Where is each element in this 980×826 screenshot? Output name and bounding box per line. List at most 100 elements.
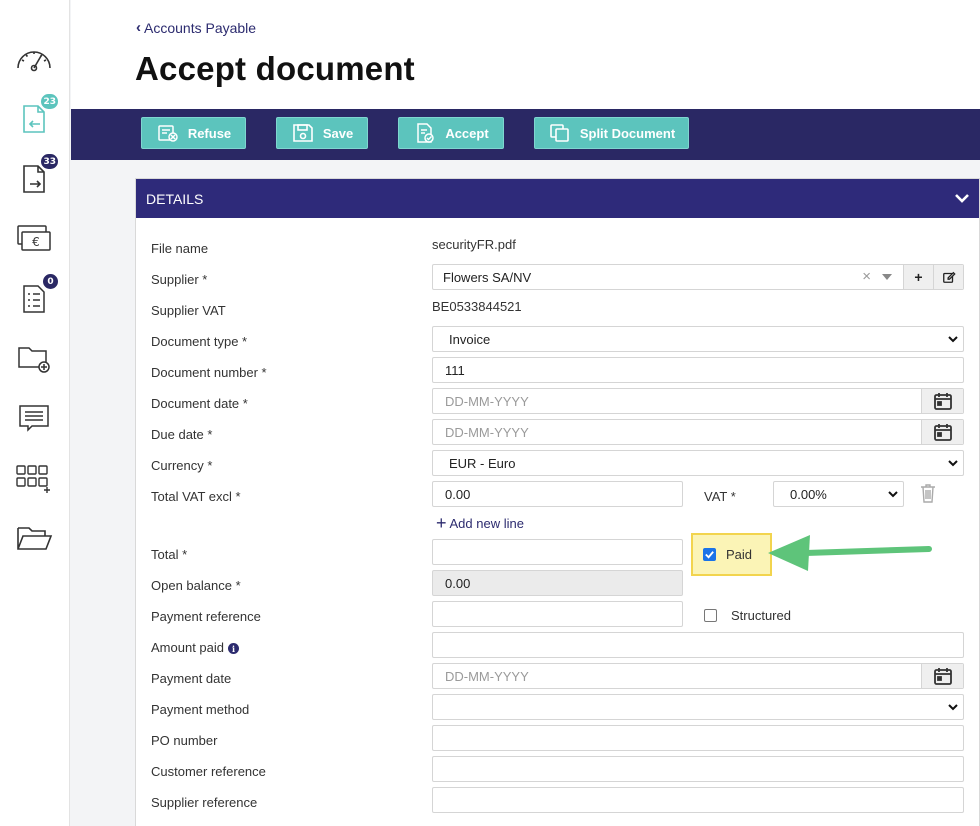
message-icon bbox=[19, 405, 49, 432]
folder-add-icon bbox=[18, 347, 50, 373]
svg-text:€: € bbox=[32, 235, 40, 249]
document-date-placeholder: DD-MM-YYYY bbox=[445, 393, 529, 409]
currency-select[interactable]: EUR - Euro bbox=[432, 450, 964, 476]
document-date-input[interactable]: DD-MM-YYYY bbox=[432, 388, 964, 414]
customer-reference-input[interactable] bbox=[432, 756, 964, 782]
supplier-select[interactable]: Flowers SA/NV × + bbox=[432, 264, 964, 290]
details-heading: DETAILS bbox=[146, 190, 204, 207]
breadcrumb[interactable]: ‹ Accounts Payable bbox=[136, 19, 256, 36]
inbox-badge: 23 bbox=[41, 94, 58, 109]
structured-checkbox[interactable] bbox=[704, 609, 717, 622]
calendar-icon bbox=[933, 393, 952, 410]
gauge-icon bbox=[17, 51, 51, 72]
accept-document-icon bbox=[417, 123, 435, 143]
sidebar-item-messages[interactable] bbox=[12, 398, 56, 438]
chevron-down-icon bbox=[887, 488, 899, 500]
supplier-label: Supplier * bbox=[151, 272, 208, 287]
trash-icon[interactable] bbox=[918, 482, 938, 504]
paid-label: Paid bbox=[726, 547, 753, 562]
add-new-line-label: Add new line bbox=[449, 516, 524, 531]
structured-label: Structured bbox=[731, 608, 791, 623]
paid-checkbox[interactable] bbox=[703, 548, 716, 561]
calendar-button[interactable] bbox=[921, 420, 963, 444]
add-supplier-button[interactable]: + bbox=[903, 265, 933, 289]
calendar-button[interactable] bbox=[921, 664, 963, 688]
total-vat-excl-value: 0.00 bbox=[445, 486, 471, 502]
action-toolbar: Refuse Save Accept Split Document bbox=[71, 109, 980, 160]
sidebar-item-documents[interactable] bbox=[12, 518, 56, 558]
supplier-reference-input[interactable] bbox=[432, 787, 964, 813]
main-content: ‹ Accounts Payable Accept document Refus… bbox=[71, 0, 980, 826]
open-balance-value: 0.00 bbox=[445, 575, 471, 591]
po-number-label: PO number bbox=[151, 733, 218, 748]
sidebar-item-tasks[interactable]: 0 bbox=[12, 274, 58, 318]
calendar-button[interactable] bbox=[921, 389, 963, 413]
customer-reference-label: Customer reference bbox=[151, 764, 266, 779]
payment-date-label: Payment date bbox=[151, 671, 232, 686]
dropdown-triangle-icon[interactable] bbox=[882, 274, 892, 280]
total-input[interactable] bbox=[432, 539, 683, 565]
sidebar-item-modules[interactable] bbox=[12, 458, 56, 498]
floppy-disk-icon bbox=[293, 124, 313, 142]
split-document-button[interactable]: Split Document bbox=[534, 117, 689, 149]
payment-reference-input[interactable] bbox=[432, 601, 683, 627]
refuse-button-label: Refuse bbox=[187, 125, 232, 141]
chevron-down-icon bbox=[947, 457, 959, 469]
due-date-placeholder: DD-MM-YYYY bbox=[445, 424, 529, 440]
split-document-button-label: Split Document bbox=[579, 125, 676, 141]
payment-method-select[interactable] bbox=[432, 694, 964, 720]
document-type-select[interactable]: Invoice bbox=[432, 326, 964, 352]
file-name-label: File name bbox=[151, 241, 209, 256]
currency-value: EUR - Euro bbox=[449, 455, 516, 471]
save-button[interactable]: Save bbox=[276, 117, 368, 149]
calendar-icon bbox=[933, 668, 952, 685]
sidebar-item-dashboard[interactable] bbox=[12, 38, 56, 78]
payment-reference-label: Payment reference bbox=[151, 609, 261, 624]
calendar-icon bbox=[933, 424, 952, 441]
green-arrow-annotation bbox=[768, 535, 932, 571]
due-date-label: Due date * bbox=[151, 427, 213, 442]
add-new-line-link[interactable]: + Add new line bbox=[436, 513, 524, 533]
vat-label: VAT * bbox=[704, 489, 736, 504]
refuse-button[interactable]: Refuse bbox=[141, 117, 246, 149]
edit-supplier-button[interactable] bbox=[933, 265, 963, 289]
clear-icon[interactable]: × bbox=[862, 268, 871, 285]
total-label: Total * bbox=[151, 547, 188, 562]
details-header[interactable]: DETAILS bbox=[136, 179, 979, 218]
sidebar-item-inbox[interactable]: 23 bbox=[12, 94, 58, 138]
file-name-value: securityFR.pdf bbox=[432, 237, 516, 252]
open-balance-label: Open balance * bbox=[151, 578, 241, 593]
supplier-vat-label: Supplier VAT bbox=[151, 303, 226, 318]
breadcrumb-link[interactable]: Accounts Payable bbox=[144, 20, 256, 36]
chevron-down-icon bbox=[947, 701, 959, 713]
payment-date-placeholder: DD-MM-YYYY bbox=[445, 668, 529, 684]
document-number-input[interactable]: 111 bbox=[432, 357, 964, 383]
sidebar: 23 33 € 0 bbox=[0, 0, 70, 826]
plus-icon: + bbox=[436, 513, 447, 533]
amount-paid-label-group: Amount paid i bbox=[151, 640, 239, 655]
refuse-document-icon bbox=[158, 125, 178, 142]
sidebar-item-payments[interactable]: € bbox=[12, 218, 56, 258]
supplier-vat-value: BE0533844521 bbox=[432, 299, 522, 314]
accept-button[interactable]: Accept bbox=[398, 117, 504, 149]
edit-icon bbox=[942, 271, 956, 283]
total-vat-excl-input[interactable]: 0.00 bbox=[432, 481, 683, 507]
chevron-down-icon bbox=[947, 333, 959, 345]
payment-date-input[interactable]: DD-MM-YYYY bbox=[432, 663, 964, 689]
chevron-down-icon[interactable] bbox=[953, 189, 971, 207]
gutter bbox=[71, 160, 980, 180]
vat-select[interactable]: 0.00% bbox=[773, 481, 904, 507]
supplier-reference-label: Supplier reference bbox=[151, 795, 258, 810]
sidebar-item-outbox[interactable]: 33 bbox=[12, 154, 58, 198]
vat-value: 0.00% bbox=[790, 486, 827, 502]
info-icon[interactable]: i bbox=[228, 643, 239, 655]
amount-paid-input[interactable] bbox=[432, 632, 964, 658]
chevron-left-icon: ‹ bbox=[136, 19, 141, 36]
outbox-badge: 33 bbox=[41, 154, 58, 169]
due-date-input[interactable]: DD-MM-YYYY bbox=[432, 419, 964, 445]
grid-add-icon bbox=[16, 465, 50, 493]
document-number-label: Document number * bbox=[151, 365, 267, 380]
sidebar-item-new-folder[interactable] bbox=[12, 338, 56, 378]
po-number-input[interactable] bbox=[432, 725, 964, 751]
document-type-value: Invoice bbox=[449, 331, 491, 347]
